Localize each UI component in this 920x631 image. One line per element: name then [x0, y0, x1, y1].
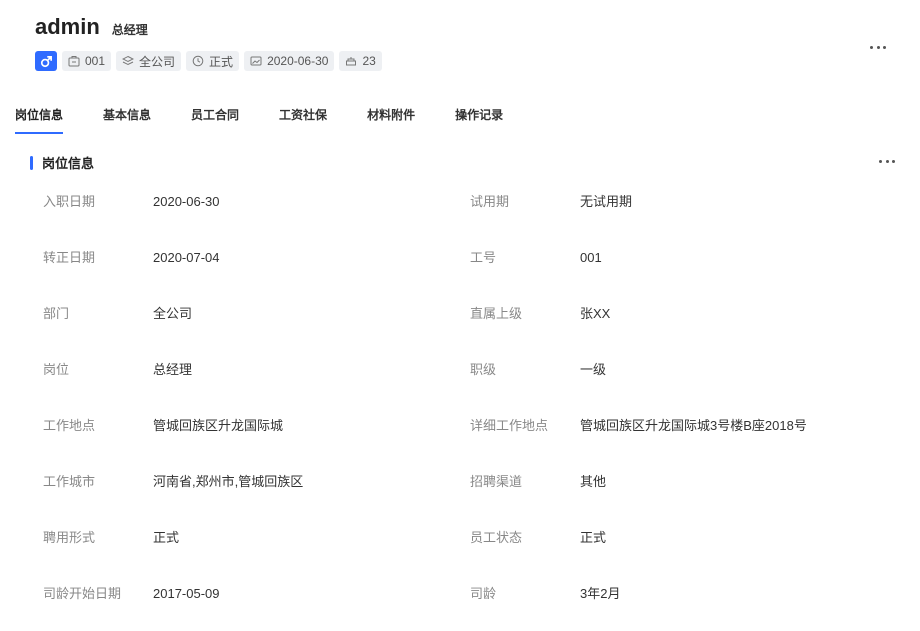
field-label-seniority-start: 司龄开始日期	[43, 586, 122, 601]
field-label-position: 岗位	[43, 362, 70, 377]
field-label-work-location: 工作地点	[43, 418, 96, 433]
field-label-probation: 试用期	[470, 194, 510, 209]
profile-header: admin 总经理	[35, 14, 148, 40]
layers-icon	[122, 55, 135, 66]
tab-attachments[interactable]: 材料附件	[367, 106, 415, 134]
tag-employee-id-text: 001	[85, 54, 106, 68]
field-label-hire-date: 入职日期	[43, 194, 96, 209]
tab-bar: 岗位信息 基本信息 员工合同 工资社保 材料附件 操作记录	[15, 106, 543, 136]
field-value-supervisor: 张XX	[580, 306, 611, 321]
field-value-regular-date: 2020-07-04	[153, 250, 220, 265]
field-label-supervisor: 直属上级	[470, 306, 523, 321]
field-label-department: 部门	[43, 306, 70, 321]
male-icon	[35, 51, 57, 71]
field-value-seniority: 3年2月	[580, 586, 621, 601]
field-value-employee-status: 正式	[580, 530, 607, 545]
field-value-hire-date: 2020-06-30	[153, 194, 220, 209]
tab-salary-insurance[interactable]: 工资社保	[279, 106, 327, 134]
field-value-detailed-location: 管城回族区升龙国际城3号楼B座2018号	[580, 418, 807, 433]
id-badge-icon	[68, 56, 80, 67]
cake-icon	[346, 57, 357, 66]
tag-age-text: 23	[362, 54, 376, 68]
section-title: 岗位信息	[42, 156, 95, 171]
tag-employee-id: 001	[62, 51, 112, 71]
field-value-probation: 无试用期	[580, 194, 633, 209]
tab-employee-contract[interactable]: 员工合同	[191, 106, 239, 134]
field-value-employment-type: 正式	[153, 530, 180, 545]
field-label-recruitment-channel: 招聘渠道	[470, 474, 523, 489]
field-label-seniority: 司龄	[470, 586, 497, 601]
tag-age: 23	[339, 51, 382, 71]
image-calendar-icon	[250, 56, 262, 66]
field-value-seniority-start: 2017-05-09	[153, 586, 220, 601]
field-value-recruitment-channel: 其他	[580, 474, 607, 489]
tab-operation-log[interactable]: 操作记录	[455, 106, 503, 134]
field-label-regular-date: 转正日期	[43, 250, 96, 265]
field-label-rank: 职级	[470, 362, 497, 377]
field-value-work-city: 河南省,郑州市,管城回族区	[153, 474, 304, 489]
username: admin	[35, 14, 100, 39]
field-value-employee-id: 001	[580, 250, 602, 265]
tab-position-info[interactable]: 岗位信息	[15, 106, 64, 134]
tab-basic-info[interactable]: 基本信息	[103, 106, 151, 134]
tag-status: 正式	[186, 51, 240, 71]
section-accent-bar	[30, 155, 33, 170]
tag-hire-date: 2020-06-30	[244, 51, 335, 71]
field-value-rank: 一级	[580, 362, 607, 377]
clock-icon	[192, 55, 204, 67]
field-label-employee-status: 员工状态	[470, 530, 523, 545]
profile-tags: 001 全公司 正式 2020-06-30 23	[35, 51, 382, 71]
field-value-position: 总经理	[153, 362, 193, 377]
tag-department: 全公司	[116, 51, 182, 71]
section-more-icon[interactable]	[879, 156, 895, 166]
section-header: 岗位信息	[30, 153, 94, 172]
tag-status-text: 正式	[209, 54, 234, 69]
field-label-detailed-location: 详细工作地点	[470, 418, 549, 433]
field-label-employment-type: 聘用形式	[43, 530, 96, 545]
field-value-work-location: 管城回族区升龙国际城	[153, 418, 284, 433]
field-label-employee-id: 工号	[470, 250, 497, 265]
field-label-work-city: 工作城市	[43, 474, 96, 489]
field-value-department: 全公司	[153, 306, 193, 321]
tag-hire-date-text: 2020-06-30	[267, 54, 329, 68]
tag-department-text: 全公司	[139, 54, 176, 69]
position-title: 总经理	[111, 23, 148, 37]
header-more-icon[interactable]	[870, 42, 886, 52]
